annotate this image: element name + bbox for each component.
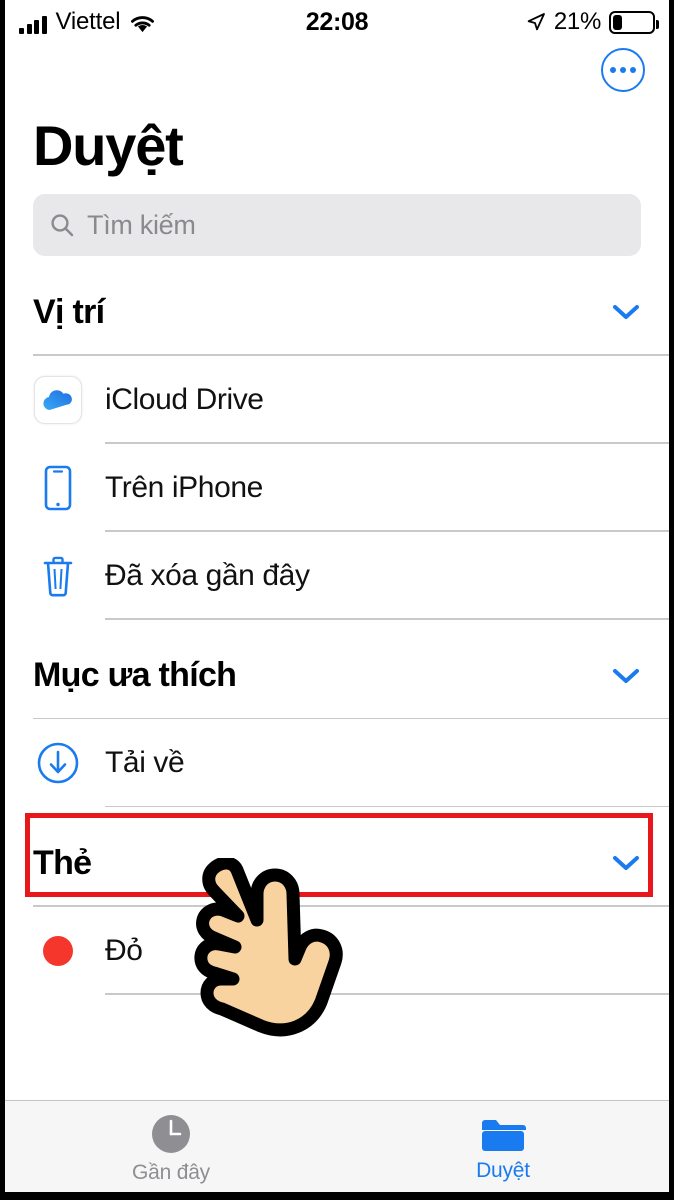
search-input[interactable]: Tìm kiếm (87, 210, 196, 241)
wifi-icon (131, 16, 155, 33)
list-item-label: Đã xóa gần đây (105, 558, 310, 592)
tab-label: Duyệt (476, 1158, 530, 1182)
section-locations: Vị trí iCloud Drive Trên iPhone Đã xóa g… (5, 270, 669, 620)
locations-row-list: iCloud Drive Trên iPhone Đã xóa gần đây (5, 355, 669, 620)
status-bar: Viettel 22:08 21% (5, 0, 669, 44)
clock-icon (152, 1114, 190, 1153)
row-separator (105, 805, 669, 808)
ellipsis-dot (630, 67, 636, 73)
section-title: Mục ưa thích (33, 656, 237, 695)
list-item-label: Trên iPhone (105, 470, 263, 504)
section-header-favorites[interactable]: Mục ưa thích (5, 634, 669, 718)
tab-recents[interactable]: Gần đây (5, 1101, 337, 1192)
row-separator (105, 993, 669, 995)
tab-label: Gần đây (132, 1160, 210, 1184)
iphone-icon (33, 465, 83, 511)
row-separator (105, 618, 669, 620)
section-header-locations[interactable]: Vị trí (5, 270, 669, 354)
battery-icon (609, 10, 659, 34)
favorites-row-list: Tải về (5, 719, 669, 808)
search-icon (51, 214, 74, 237)
search-bar[interactable]: Tìm kiếm (33, 194, 641, 257)
ellipsis-dot (610, 67, 616, 73)
section-title: Thẻ (33, 843, 92, 882)
icloud-drive-icon (33, 375, 83, 424)
page-title: Duyệt (33, 114, 184, 177)
list-item-label: iCloud Drive (105, 382, 264, 416)
tags-row-list: Đỏ (5, 906, 669, 995)
battery-percent-label: 21% (553, 8, 601, 35)
list-item-recently-deleted[interactable]: Đã xóa gần đây (5, 531, 669, 620)
ellipsis-dot (620, 67, 626, 73)
cellular-signal-icon (19, 16, 47, 34)
status-bar-right: 21% (526, 8, 659, 36)
list-item-on-my-iphone[interactable]: Trên iPhone (5, 443, 669, 532)
tab-bar: Gần đây Duyệt (5, 1100, 669, 1192)
navigation-bar (5, 44, 669, 106)
section-tags: Thẻ Đỏ (5, 821, 669, 995)
more-options-button[interactable] (601, 48, 645, 92)
section-favorites: Mục ưa thích Tải về (5, 634, 669, 808)
location-arrow-icon (527, 13, 545, 31)
chevron-down-icon[interactable] (611, 302, 641, 322)
trash-icon (33, 554, 83, 598)
list-item-icloud-drive[interactable]: iCloud Drive (5, 355, 669, 444)
download-circle-icon (33, 741, 83, 785)
folder-icon (482, 1119, 526, 1151)
list-item-downloads[interactable]: Tải về (5, 719, 669, 808)
carrier-label: Viettel (55, 8, 121, 35)
chevron-down-icon[interactable] (611, 666, 641, 686)
status-bar-left: Viettel (19, 10, 156, 34)
iphone-files-app-screen: Viettel 22:08 21% Duyệt Tìm kiếm Vị trí … (0, 0, 674, 1200)
tab-browse[interactable]: Duyệt (337, 1101, 669, 1192)
section-title: Vị trí (33, 292, 105, 331)
list-item-tag-red[interactable]: Đỏ (5, 906, 669, 995)
list-item-label: Đỏ (105, 933, 143, 967)
chevron-down-icon[interactable] (611, 853, 641, 873)
red-tag-dot (33, 935, 83, 966)
list-item-label: Tải về (105, 746, 185, 780)
section-header-tags[interactable]: Thẻ (5, 821, 669, 905)
battery-fill (613, 14, 622, 30)
search-container: Tìm kiếm (5, 176, 669, 257)
